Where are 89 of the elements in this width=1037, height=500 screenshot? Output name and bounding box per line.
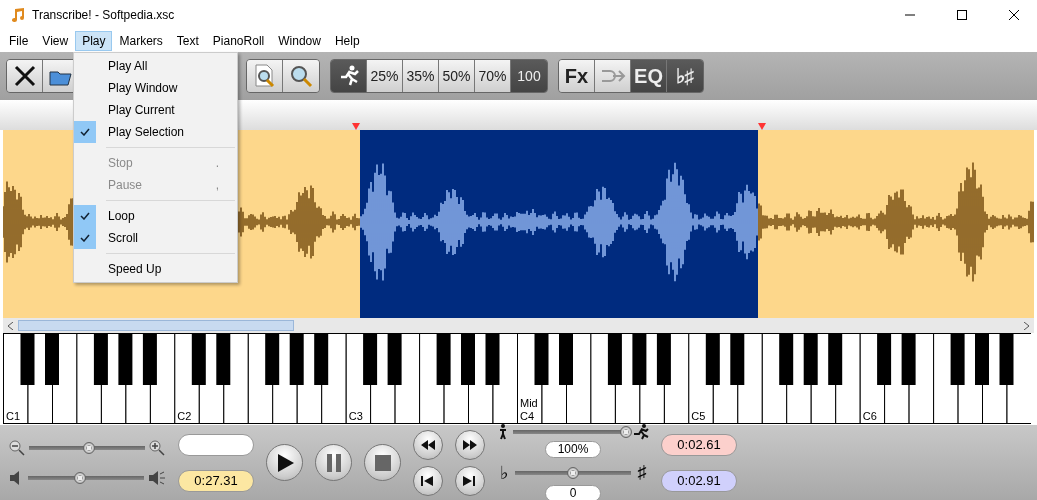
menu-entry[interactable]: Play Current — [74, 99, 237, 121]
effect-button[interactable] — [595, 60, 631, 92]
zoom-in-icon[interactable] — [149, 439, 165, 456]
shortcut-label: , — [215, 178, 219, 192]
key-label: C2 — [177, 410, 192, 422]
close-icon — [13, 65, 36, 87]
pause-icon — [324, 453, 343, 472]
menu-item[interactable]: Window — [271, 31, 328, 51]
slider-thumb[interactable] — [74, 471, 87, 484]
menu-entry-label: Pause — [108, 178, 144, 192]
menu-entry-label: Play Window — [108, 81, 179, 95]
skip-to-end-button[interactable] — [455, 465, 485, 496]
loud-speaker-icon — [148, 469, 166, 486]
key-label: C5 — [691, 410, 706, 422]
menu-entry-label: Stop — [108, 156, 134, 170]
menu-entry-label: Scroll — [108, 231, 139, 245]
play-icon — [275, 453, 294, 472]
effect-button[interactable]: Fx — [559, 60, 595, 92]
app-note-icon — [10, 7, 26, 23]
effect-button[interactable]: ♭♯ — [667, 60, 703, 92]
close-file-button[interactable] — [7, 60, 43, 92]
speed-reading: 100% — [545, 440, 601, 458]
menu-item[interactable]: Markers — [112, 31, 170, 51]
slider-thumb[interactable] — [567, 466, 579, 479]
text-field[interactable] — [178, 433, 254, 456]
zoom-out-icon[interactable] — [9, 439, 25, 456]
play-button[interactable] — [266, 444, 303, 481]
flat-symbol: ♭ — [499, 461, 509, 484]
fast-forward-icon — [462, 438, 478, 451]
scroll-right-icon[interactable] — [1023, 321, 1030, 330]
key-label: C4 — [520, 410, 535, 422]
zoom-document-button[interactable] — [247, 60, 283, 92]
magnifier-icon — [289, 64, 313, 88]
menu-entry-label: Play Selection — [108, 125, 186, 139]
maximize-icon[interactable] — [957, 10, 967, 20]
menu-entry[interactable]: Scroll — [74, 227, 237, 249]
loop-end-time: 0:02.91 — [661, 469, 737, 492]
scroll-left-icon[interactable] — [7, 321, 14, 330]
speed-button[interactable]: 50% — [439, 60, 475, 92]
menu-entry-label: Play All — [108, 59, 149, 73]
menu-item[interactable]: Play — [75, 31, 113, 51]
speed-button[interactable] — [331, 60, 367, 92]
piano-keyboard-drawing[interactable] — [3, 333, 1031, 424]
speed-button[interactable]: 100 — [511, 60, 547, 92]
rewind-icon — [420, 438, 436, 451]
menu-item[interactable]: Text — [169, 31, 206, 51]
window-title: Transcribe! - Softpedia.xsc — [32, 8, 176, 22]
running-person-icon — [633, 423, 649, 440]
scrollbar-thumb[interactable] — [18, 320, 294, 331]
skip-to-end-icon — [462, 474, 478, 487]
walking-person-icon — [497, 423, 509, 440]
menu-entry[interactable]: Play Selection — [74, 121, 237, 143]
key-label: Mid — [520, 397, 538, 409]
slider-thumb[interactable] — [619, 425, 632, 438]
menu-item[interactable]: File — [2, 31, 36, 51]
menu-item[interactable]: Help — [327, 31, 367, 51]
fast-forward-button[interactable] — [455, 429, 485, 460]
skip-to-start-button[interactable] — [413, 465, 443, 496]
menu-entry[interactable]: Play All — [74, 55, 237, 77]
menu-entry-label: Loop — [108, 209, 136, 223]
arrow-icon — [599, 68, 626, 84]
key-label: C3 — [348, 410, 363, 422]
menu-item[interactable]: View — [35, 31, 76, 51]
position-time: 0:27.31 — [178, 469, 254, 492]
stop-button[interactable] — [364, 444, 401, 481]
menu-entry[interactable]: Speed Up — [74, 258, 237, 280]
slider-thumb[interactable] — [83, 441, 96, 454]
menu-entry-label: Play Current — [108, 103, 176, 117]
menu-item[interactable]: PianoRoll — [205, 31, 272, 51]
speed-button[interactable]: 70% — [475, 60, 511, 92]
stop-icon — [373, 453, 392, 472]
skip-to-start-icon — [420, 474, 436, 487]
loop-start-time: 0:02.61 — [661, 433, 737, 456]
rewind-button[interactable] — [413, 429, 443, 460]
effect-button[interactable]: EQ — [631, 60, 667, 92]
zoom-button[interactable] — [283, 60, 319, 92]
shortcut-label: . — [215, 156, 219, 170]
close-icon[interactable] — [1009, 10, 1019, 20]
key-label: C1 — [6, 410, 21, 422]
pitch-reading: 0 — [545, 484, 601, 500]
menu-entry[interactable]: Loop — [74, 205, 237, 227]
sharp-symbol: ♯ — [636, 462, 648, 483]
magnifier-page-icon — [252, 64, 277, 88]
menu-entry-label: Speed Up — [108, 262, 163, 276]
speed-button[interactable]: 35% — [403, 60, 439, 92]
speed-button[interactable]: 25% — [367, 60, 403, 92]
menu-entry[interactable]: Play Window — [74, 77, 237, 99]
pause-button[interactable] — [315, 444, 352, 481]
key-label: C6 — [862, 410, 877, 422]
